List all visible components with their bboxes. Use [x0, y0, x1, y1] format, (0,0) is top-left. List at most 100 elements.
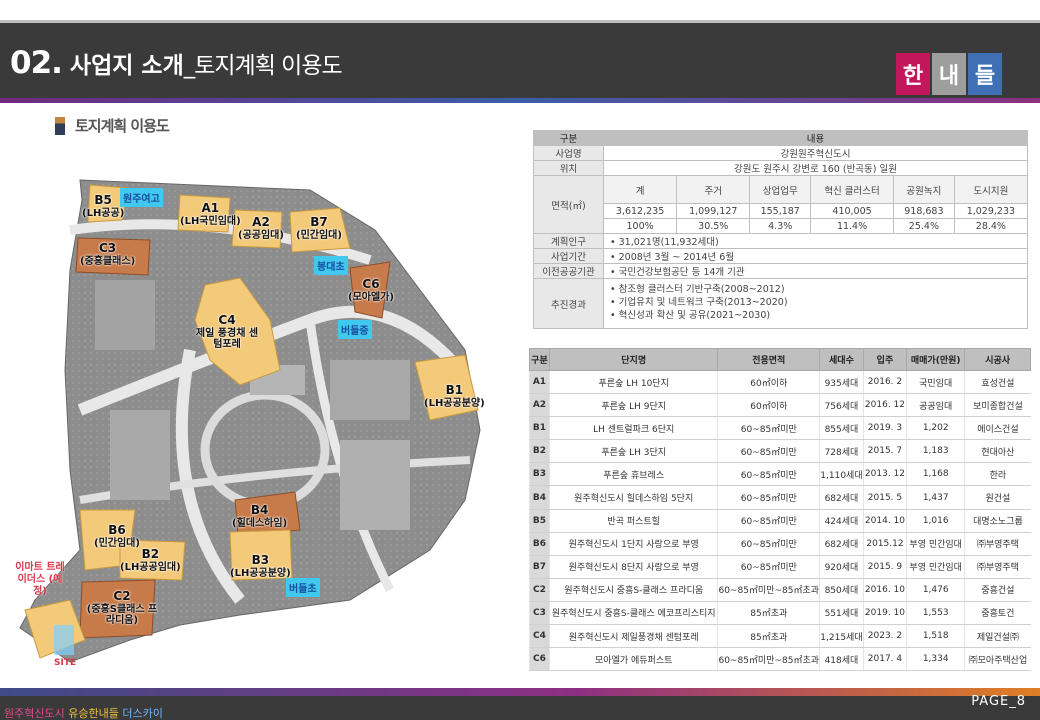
cell-area: 85㎡초과 — [717, 624, 820, 649]
cell-price: 1,183 — [906, 439, 965, 464]
cell-name: 푸른숲 LH 3단지 — [548, 439, 718, 464]
school-tag-wonju-girls-high: 원주여고 — [120, 188, 163, 207]
land-use-map: B5 (LH공공) A1 (LH국민임대) A2 (공공임대) B7 (민간임대) C3… — [10, 170, 525, 670]
cell-price: 1,202 — [906, 416, 965, 441]
area-percent: 11.4% — [810, 218, 895, 234]
table-row: B3 푸른숲 휴브레스 60~85㎡미만 1,110세대 2013. 12 1,168 한라 — [529, 462, 1031, 487]
cell-households: 935세대 — [819, 370, 864, 395]
lot-a1-label: A1 (LH국민임대) — [180, 201, 241, 227]
cell-name: 원주혁신도시 8단지 사랑으로 부영 — [548, 555, 718, 579]
cell-builder: 현대아산 — [964, 439, 1031, 464]
cell-price: 국민임대 — [906, 370, 965, 395]
complex-table: 구분 단지명 전용면적 세대수 입주 매매가(만원) 시공사 A1 푸른숲 LH … — [529, 348, 1031, 672]
title-sub: _토지계획 이용도 — [183, 53, 343, 79]
cell-builder: ㈜부영주택 — [964, 555, 1031, 579]
table-row: A2 푸른숲 LH 9단지 60㎡이하 756세대 2016. 12 공공임대 보미종합건설 — [529, 393, 1031, 418]
business-name-value: 강원원주혁신도시 — [603, 145, 1028, 161]
col-header-movein: 입주 — [862, 348, 908, 371]
cell-name: 반곡 퍼스트힐 — [548, 509, 718, 533]
agencies-label: 이전공공기관 — [533, 263, 604, 279]
cell-households: 1,110세대 — [819, 462, 864, 487]
population-value: • 31,021명(11,932세대) — [603, 233, 1028, 249]
cell-households: 756세대 — [819, 393, 864, 418]
cell-households: 920세대 — [819, 555, 864, 579]
lot-b1-label: B1 (LH공공분양) — [424, 383, 485, 409]
lot-b6-label: B6 (민간임대) — [94, 523, 140, 549]
area-value: 410,005 — [810, 203, 895, 219]
table-row: C4 원주혁신도시 제일풍경채 센텀포레 85㎡초과 1,215세대 2023. 2 1,… — [529, 624, 1031, 649]
cell-code: C3 — [529, 601, 550, 626]
cell-price: 부영 민간임대 — [906, 532, 965, 556]
slogan-part: 유승한내들 — [68, 707, 123, 720]
cell-builder: 효성건설 — [964, 370, 1031, 395]
school-tag-beodeul-middle: 버들중 — [338, 320, 372, 339]
cell-name: 원주혁신도시 제일풍경채 센텀포레 — [548, 624, 718, 649]
area-percent: 4.3% — [749, 218, 812, 234]
cell-area: 60㎡이하 — [717, 370, 820, 395]
area-label: 면적(㎡) — [533, 175, 604, 234]
cell-households: 1,215세대 — [819, 624, 864, 649]
area-value: 918,683 — [893, 203, 955, 219]
lot-b2-label: B2 (LH공공임대) — [120, 547, 181, 573]
lot-c2-label: C2 (중흥S클래스 프라디움) — [86, 589, 158, 627]
cell-name: 원주혁신도시 힐데스하임 5단지 — [548, 485, 718, 510]
cell-movein: 2019. 3 — [862, 416, 907, 441]
slogan-part: 원주혁신도시 — [4, 707, 69, 720]
cell-code: C6 — [529, 647, 550, 672]
area-col-innovation: 혁신 클러스터 — [810, 175, 895, 204]
cell-code: C4 — [529, 624, 550, 649]
table-row: B5 반곡 퍼스트힐 60~85㎡미만 424세대 2014. 10 1,016 대명소노그… — [529, 509, 1031, 533]
col-header-builder: 시공사 — [964, 348, 1031, 371]
cell-code: B4 — [529, 485, 550, 510]
cell-code: C2 — [529, 578, 550, 602]
cell-area: 60~85㎡미만~85㎡초과 — [717, 647, 820, 672]
cell-movein: 2013. 12 — [862, 462, 907, 487]
cell-name: 푸른숲 LH 10단지 — [548, 370, 718, 395]
area-percent: 30.5% — [676, 218, 751, 234]
cell-price: 부영 민간임대 — [906, 555, 965, 579]
area-percent: 100% — [602, 218, 678, 234]
cell-area: 60㎡이하 — [717, 393, 820, 418]
project-info-table: 구분 내용 사업명 강원원주혁신도시 위치 강원도 원주시 강변로 160 (반… — [533, 130, 1029, 329]
cell-movein: 2017. 4 — [862, 647, 907, 672]
cell-households: 424세대 — [819, 509, 864, 533]
cell-area: 60~85㎡미만 — [717, 555, 820, 579]
cell-area: 60~85㎡미만 — [717, 509, 820, 533]
cell-code: B6 — [529, 532, 550, 556]
cell-price: 1,016 — [906, 509, 965, 533]
table-row: C2 원주혁신도시 중흥S-클래스 프라디움 60~85㎡미만~85㎡초과 850세대… — [529, 578, 1031, 602]
area-col-park: 공원녹지 — [893, 175, 955, 204]
cell-code: B5 — [529, 509, 550, 533]
lot-c6-label: C6 (모아엘가) — [348, 277, 394, 303]
progress-item: • 참조형 클러스터 기반구축(2008~2012) — [610, 284, 785, 296]
lot-b5-label: B5 (LH공공) — [82, 193, 125, 219]
cell-households: 551세대 — [819, 601, 864, 626]
cell-builder: ㈜모아주택산업 — [964, 647, 1031, 672]
brand-badge-2: 내 — [932, 53, 966, 95]
page-number: PAGE_8 — [971, 694, 1026, 709]
cell-movein: 2019. 10 — [862, 601, 907, 626]
brand-logo: 한 내 들 — [896, 53, 1002, 95]
complex-table-header: 구분 단지명 전용면적 세대수 입주 매매가(만원) 시공사 — [529, 348, 1031, 371]
cell-code: B1 — [529, 416, 550, 441]
area-col-total: 계 — [602, 175, 678, 204]
cell-builder: 보미종합건설 — [964, 393, 1031, 418]
cell-price: 1,553 — [906, 601, 965, 626]
footer-accent-bar — [0, 688, 1040, 696]
section-bullet-icon — [55, 116, 65, 135]
cell-households: 850세대 — [819, 578, 864, 602]
info-header-content: 내용 — [603, 130, 1028, 146]
lot-b3-label: B3 (LH공공분양) — [230, 553, 291, 579]
table-row: C6 모아엘가 에듀퍼스트 60~85㎡미만~85㎡초과 418세대 2017. 4 1,… — [529, 647, 1031, 672]
col-header-code: 구분 — [529, 348, 550, 371]
cell-builder: 제일건설㈜ — [964, 624, 1031, 649]
cell-price: 1,437 — [906, 485, 965, 510]
progress-label: 추진경과 — [533, 278, 604, 329]
progress-item: • 혁신성과 확산 및 공유(2021~2030) — [610, 309, 771, 321]
lot-c3-label: C3 (중흥클래스) — [80, 241, 136, 267]
table-row: C3 원주혁신도시 중흥S-클래스 에코프리스티지 85㎡초과 551세대 2019. … — [529, 601, 1031, 626]
agencies-value: • 국민건강보험공단 등 14개 기관 — [603, 263, 1028, 279]
population-label: 계획인구 — [533, 233, 604, 249]
header: 02. 사업지 소개_토지계획 이용도 한 내 들 — [0, 23, 1040, 98]
cell-movein: 2015.12 — [862, 532, 907, 556]
